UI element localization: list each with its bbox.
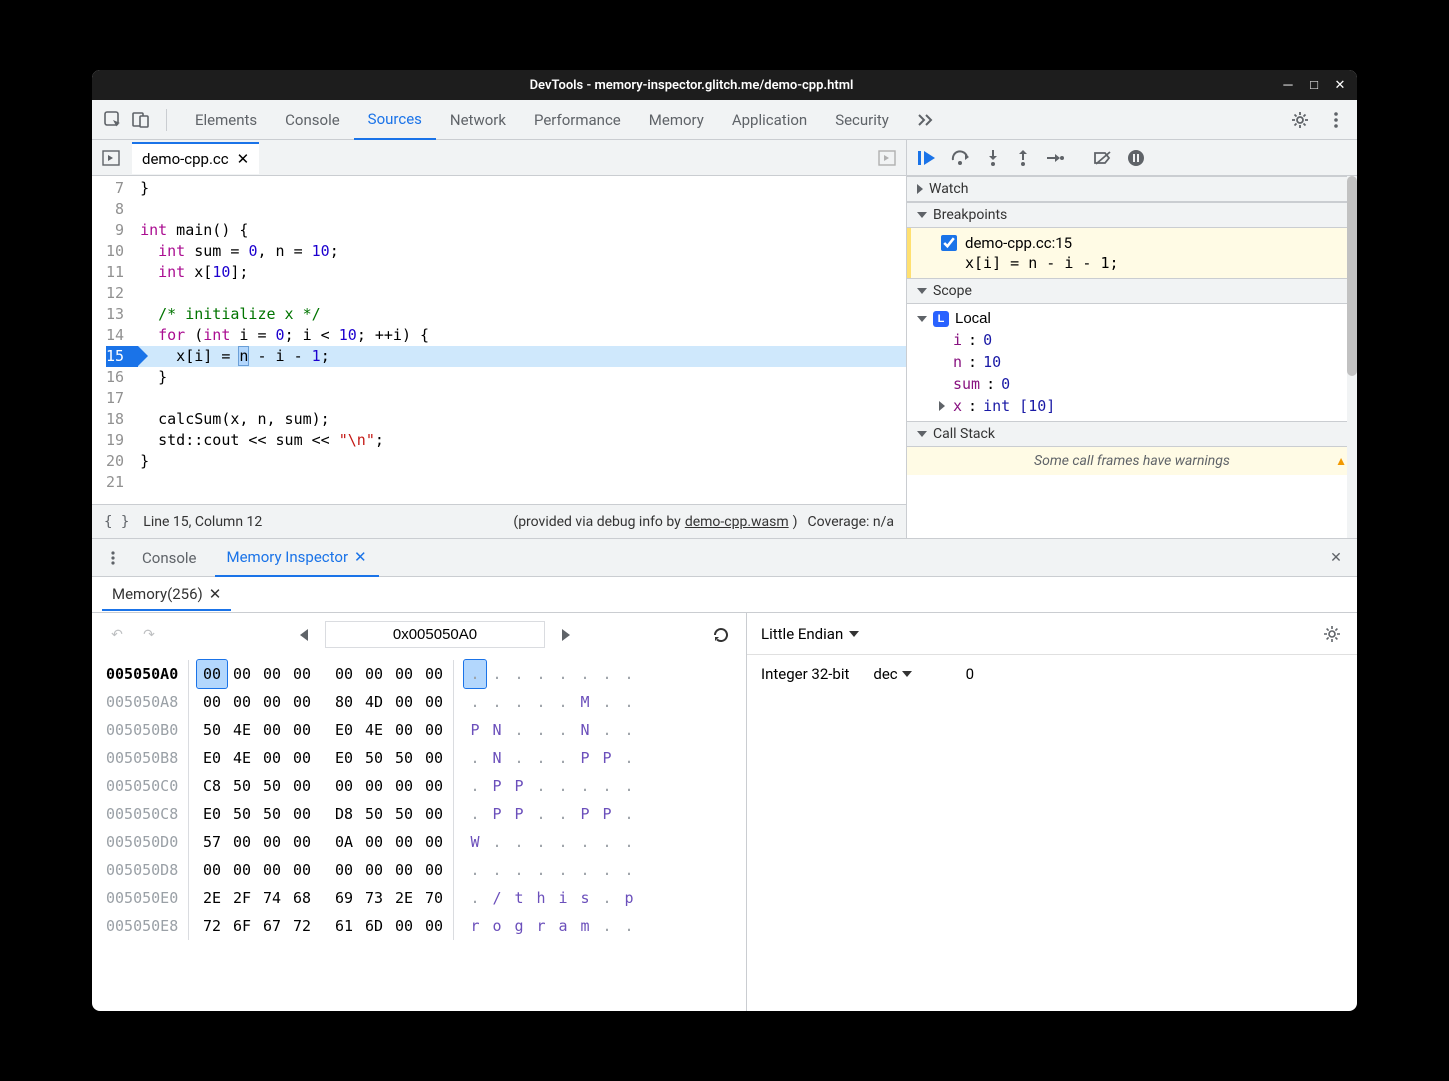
hex-row[interactable]: 005050A00000000000000000........ [106, 660, 732, 688]
panel-tab-security[interactable]: Security [821, 100, 903, 140]
callstack-section[interactable]: Call Stack [907, 421, 1357, 447]
watch-section[interactable]: Watch [907, 176, 1357, 202]
breakpoints-section[interactable]: Breakpoints [907, 202, 1357, 228]
settings-icon[interactable] [1289, 109, 1311, 131]
pause-on-exception-icon[interactable] [1127, 149, 1145, 167]
more-panels-icon[interactable] [915, 109, 937, 131]
step-icon[interactable] [1045, 150, 1065, 166]
deactivate-breakpoints-icon[interactable] [1093, 150, 1113, 166]
memory-nav: ↶ ↷ [92, 613, 746, 656]
hex-row[interactable]: 005050A800000000804D0000.....M.. [106, 688, 732, 716]
file-tab[interactable]: demo-cpp.cc ✕ [132, 142, 259, 174]
close-tab-icon[interactable]: ✕ [237, 150, 250, 168]
breakpoint-checkbox[interactable] [941, 235, 957, 251]
breakpoint-location: demo-cpp.cc:15 [965, 234, 1072, 252]
code-editor[interactable]: 789101112131415161718192021 } int main()… [92, 176, 906, 504]
close-drawer-icon[interactable]: ✕ [1325, 547, 1347, 569]
panel-tab-memory[interactable]: Memory [635, 100, 718, 140]
drawer-kebab-icon[interactable] [102, 547, 124, 569]
inspect-element-icon[interactable] [102, 109, 124, 131]
decoded-value: 0 [966, 665, 974, 683]
hex-viewer[interactable]: 005050A00000000000000000........005050A8… [92, 656, 746, 944]
window-title: DevTools - memory-inspector.glitch.me/de… [102, 78, 1281, 93]
scope-var[interactable]: i: 0 [939, 329, 1347, 351]
maximize-icon[interactable]: □ [1307, 78, 1321, 92]
drawer-tab-console[interactable]: Console [130, 539, 209, 577]
minimize-icon[interactable]: ─ [1281, 78, 1295, 92]
scope-var[interactable]: sum: 0 [939, 373, 1347, 395]
hex-row[interactable]: 005050C8E0505000D8505000.PP..PP. [106, 800, 732, 828]
address-input[interactable] [325, 621, 545, 648]
hex-row[interactable]: 005050D80000000000000000........ [106, 856, 732, 884]
memory-tab[interactable]: Memory(256) ✕ [102, 579, 231, 611]
navigator-toggle-icon[interactable] [100, 147, 122, 169]
step-out-icon[interactable] [1015, 149, 1031, 167]
debugger-toggle-icon[interactable] [876, 147, 898, 169]
panel-tab-network[interactable]: Network [436, 100, 520, 140]
panel-tab-elements[interactable]: Elements [181, 100, 271, 140]
breakpoint-item[interactable]: demo-cpp.cc:15 x[i] = n - i - 1; [907, 228, 1357, 278]
scope-var[interactable]: n: 10 [939, 351, 1347, 373]
debug-info-link[interactable]: demo-cpp.wasm [685, 514, 789, 530]
scrollbar[interactable] [1347, 176, 1357, 538]
status-bar: { } Line 15, Column 12 (provided via deb… [92, 504, 906, 538]
pretty-print-icon[interactable]: { } [104, 514, 129, 530]
resume-icon[interactable] [917, 149, 937, 167]
value-format-select[interactable]: dec [873, 665, 911, 683]
file-tabbar: demo-cpp.cc ✕ [92, 140, 906, 176]
debugger-toolbar [907, 140, 1357, 176]
debugger-sidebar: Watch Breakpoints demo-cpp.cc:15 x[i] = … [907, 140, 1357, 538]
drawer-tab-memory-inspector[interactable]: Memory Inspector ✕ [215, 539, 379, 577]
refresh-icon[interactable] [710, 624, 732, 646]
close-tab-icon[interactable]: ✕ [209, 585, 222, 603]
hex-row[interactable]: 005050B8E04E0000E0505000.N...PP. [106, 744, 732, 772]
kebab-menu-icon[interactable] [1325, 109, 1347, 131]
hex-row[interactable]: 005050E8726F6772616D0000rogram.. [106, 912, 732, 940]
endianness-select[interactable]: Little Endian [761, 625, 859, 643]
value-type-label: Integer 32-bit [761, 665, 849, 683]
undo-icon[interactable]: ↶ [106, 624, 128, 646]
next-page-icon[interactable] [555, 624, 577, 646]
value-settings-icon[interactable] [1321, 623, 1343, 645]
panel-tab-performance[interactable]: Performance [520, 100, 635, 140]
coverage-status: Coverage: n/a [808, 514, 894, 530]
scope-var[interactable]: x: int [10] [939, 395, 1347, 417]
device-toolbar-icon[interactable] [130, 109, 152, 131]
step-over-icon[interactable] [951, 150, 971, 166]
close-tab-icon[interactable]: ✕ [354, 548, 367, 566]
hex-row[interactable]: 005050D0570000000A000000W....... [106, 828, 732, 856]
scope-local[interactable]: LLocal [917, 308, 1347, 329]
panel-tab-console[interactable]: Console [271, 100, 354, 140]
drawer-tabbar: Console Memory Inspector ✕ ✕ [92, 539, 1357, 577]
hex-row[interactable]: 005050E02E2F746869732E70./this.p [106, 884, 732, 912]
callstack-warning: Some call frames have warnings [907, 447, 1357, 475]
step-into-icon[interactable] [985, 149, 1001, 167]
memory-inspector-tabs: Memory(256) ✕ [92, 577, 1357, 613]
panel-tab-application[interactable]: Application [718, 100, 821, 140]
main-toolbar: ElementsConsoleSourcesNetworkPerformance… [92, 100, 1357, 140]
window-titlebar: DevTools - memory-inspector.glitch.me/de… [92, 70, 1357, 100]
file-tab-label: demo-cpp.cc [142, 150, 229, 168]
close-icon[interactable]: ✕ [1333, 78, 1347, 92]
redo-icon[interactable]: ↷ [138, 624, 160, 646]
breakpoint-preview: x[i] = n - i - 1; [965, 254, 1347, 272]
panel-tabs: ElementsConsoleSourcesNetworkPerformance… [181, 100, 903, 140]
prev-page-icon[interactable] [293, 624, 315, 646]
hex-row[interactable]: 005050B0504E0000E04E0000PN...N.. [106, 716, 732, 744]
hex-row[interactable]: 005050C0C850500000000000.PP..... [106, 772, 732, 800]
scope-section[interactable]: Scope [907, 278, 1357, 304]
panel-tab-sources[interactable]: Sources [354, 100, 436, 140]
cursor-position: Line 15, Column 12 [143, 514, 262, 530]
